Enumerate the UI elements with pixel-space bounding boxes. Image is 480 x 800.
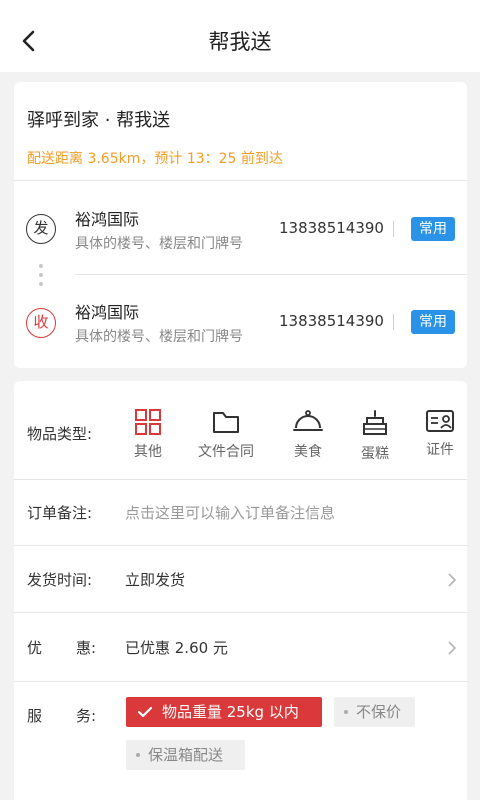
service-option-label: 不保价 [356,703,402,721]
grid-icon [135,409,161,435]
receiver-badge-icon: 收 [26,308,56,338]
item-type-food[interactable]: 美食 [276,409,340,469]
sender-common-tag[interactable]: 常用 [411,217,455,241]
divider [393,221,394,237]
item-type-label: 物品类型: [27,425,93,443]
food-cloche-icon [293,410,323,431]
service-label-a: 服 [27,707,43,725]
receiver-common-tag[interactable]: 常用 [411,310,455,334]
divider [14,612,467,613]
item-type-label-text: 证件 [426,442,454,458]
sender-phone: 13838514390 [279,219,384,237]
divider [14,479,467,480]
remark-input[interactable]: 点击这里可以输入订单备注信息 [125,502,335,523]
divider [14,545,467,546]
bullet-icon [136,753,140,757]
folder-icon [213,412,239,433]
item-type-other[interactable]: 其他 [116,409,180,469]
divider [14,180,467,181]
discount-label-a: 优 [27,639,43,657]
receiver-detail-field[interactable]: 具体的楼号、楼层和门牌号 [75,326,243,346]
item-type-label-text: 文件合同 [198,444,254,460]
service-option-label: 保温箱配送 [148,746,224,764]
service-no-insurance-option[interactable]: 不保价 [334,697,415,727]
sender-badge-icon: 发 [26,214,56,244]
ship-time-value: 立即发货 [125,571,186,589]
bullet-icon [344,710,348,714]
discount-value: 已优惠 2.60 元 [125,639,228,657]
divider [393,314,394,330]
sender-name: 裕鸿国际 [75,210,140,229]
remark-label: 订单备注: [27,504,93,522]
item-type-documents[interactable]: 文件合同 [194,409,258,469]
order-title: 驿呼到家 · 帮我送 [27,110,171,131]
top-bar: 帮我送 [0,0,480,72]
service-option-label: 物品重量 25kg 以内 [162,703,299,721]
item-type-id[interactable]: 证件 [408,409,472,469]
divider [14,681,467,682]
check-icon [138,706,152,718]
route-dots [39,264,43,291]
item-type-label-text: 蛋糕 [361,446,389,462]
receiver-name: 裕鸿国际 [75,303,140,322]
page-title: 帮我送 [208,30,272,54]
chevron-right-icon [448,641,457,655]
id-card-icon [426,410,454,432]
order-card: 驿呼到家 · 帮我送 配送距离 3.65km，预计 13：25 前到达 发 裕鸿… [14,82,467,368]
options-card: 物品类型: 其他 文件合同 美食 蛋糕 证件 订单备注: 点击这里可以输入订单备… [14,381,467,800]
ship-time-label: 发货时间: [27,571,93,589]
receiver-phone: 13838514390 [279,312,384,330]
divider [75,274,467,275]
service-insulated-box-option[interactable]: 保温箱配送 [126,740,245,770]
item-type-label-text: 美食 [294,444,322,460]
service-weight-option[interactable]: 物品重量 25kg 以内 [126,697,322,727]
chevron-right-icon [448,573,457,587]
item-type-label-text: 其他 [134,444,162,460]
delivery-eta: 配送距离 3.65km，预计 13：25 前到达 [27,151,283,167]
discount-label-b: 惠: [76,639,97,657]
item-type-cake[interactable]: 蛋糕 [343,409,407,469]
service-label-b: 务: [76,707,97,725]
cake-icon [363,410,387,435]
sender-detail-field[interactable]: 具体的楼号、楼层和门牌号 [75,233,243,253]
